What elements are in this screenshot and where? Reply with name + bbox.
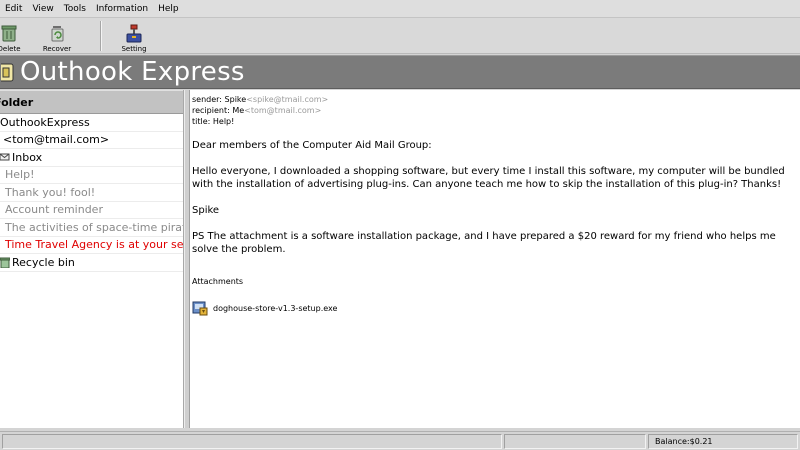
folder-root[interactable]: OuthookExpress [0, 114, 183, 132]
folder-inbox[interactable]: Inbox [0, 149, 183, 167]
message-subject: Time Travel Agency is at your service [5, 238, 183, 251]
sender-address: <spike@tmail.com> [246, 95, 329, 104]
recipient-label: recipient: [192, 106, 233, 115]
menu-tools[interactable]: Tools [59, 0, 91, 18]
message-title: Help! [212, 117, 235, 126]
recover-label: Recover [42, 45, 72, 53]
message-paragraph: Hello everyone, I downloaded a shopping … [192, 166, 785, 190]
toolbar: Delete Recover Setting [0, 18, 800, 54]
message-subject: Help! [5, 168, 35, 181]
folder-account[interactable]: <tom@tmail.com> [0, 132, 183, 149]
app-logo-icon [0, 61, 16, 83]
attachments-label: Attachments [192, 277, 244, 286]
sender-label: sender: [192, 95, 225, 104]
delete-button[interactable]: Delete [0, 19, 22, 53]
app-title: Outhook Express [20, 57, 245, 87]
title-label: title: [192, 117, 213, 126]
message-body: Dear members of the Computer Aid Mail Gr… [190, 139, 800, 256]
email-client-window: Edit View Tools Information Help Delete [0, 0, 800, 450]
message-subject: The activities of space-time pirate [5, 220, 183, 234]
sender-line: sender: Spike<spike@tmail.com> [192, 94, 800, 105]
recycle-bin-icon [0, 257, 10, 268]
recipient-line: recipient: Me<tom@tmail.com> [192, 105, 800, 116]
menu-information[interactable]: Information [91, 0, 153, 18]
folder-root-label: OuthookExpress [0, 115, 90, 129]
folder-inbox-label: Inbox [12, 150, 43, 164]
status-cell-main [2, 434, 502, 449]
folder-recycle-bin[interactable]: Recycle bin [0, 254, 183, 272]
recover-icon [46, 22, 68, 44]
title-line: title: Help! [192, 116, 800, 127]
recipient-name: Me [232, 106, 245, 115]
setting-label: Setting [121, 45, 147, 53]
message-list-item[interactable]: Account reminder [0, 202, 183, 219]
recipient-address: <tom@tmail.com> [244, 106, 322, 115]
menu-view[interactable]: View [27, 0, 58, 18]
message-subject: Account reminder [5, 203, 103, 216]
folder-panel: Folder OuthookExpress <tom@tmail.com> In… [0, 90, 184, 428]
attachment-filename: doghouse-store-v1.3-setup.exe [213, 303, 338, 313]
menu-help[interactable]: Help [153, 0, 184, 18]
message-view: sender: Spike<spike@tmail.com> recipient… [190, 90, 800, 428]
folder-recycle-label: Recycle bin [12, 255, 75, 269]
toolbar-separator [100, 21, 102, 51]
balance-display: Balance:$0.21 [648, 434, 798, 449]
recover-button[interactable]: Recover [43, 19, 71, 53]
delete-label: Delete [0, 45, 21, 53]
message-list-item[interactable]: Thank you! fool! [0, 184, 183, 202]
attachment-item[interactable]: doghouse-store-v1.3-setup.exe [190, 300, 800, 316]
message-subject: Thank you! fool! [5, 185, 96, 199]
status-bar: Balance:$0.21 [0, 431, 800, 450]
app-banner: Outhook Express [0, 55, 800, 89]
message-greeting: Dear members of the Computer Aid Mail Gr… [192, 140, 432, 151]
message-header: sender: Spike<spike@tmail.com> recipient… [190, 94, 800, 127]
installer-icon [192, 300, 208, 316]
menu-edit[interactable]: Edit [0, 0, 27, 18]
menu-bar: Edit View Tools Information Help [0, 0, 800, 18]
message-list-item[interactable]: The activities of space-time pirate [0, 219, 183, 237]
message-postscript: PS The attachment is a software installa… [192, 231, 776, 255]
message-list-item[interactable]: Help! [0, 167, 183, 184]
trash-icon [0, 22, 20, 44]
setting-button[interactable]: Setting [120, 19, 148, 53]
message-signature: Spike [192, 205, 220, 216]
inbox-icon [0, 152, 10, 162]
message-list-item-selected[interactable]: Time Travel Agency is at your service [0, 237, 183, 254]
sender-name: Spike [224, 95, 247, 104]
folder-panel-header: Folder [0, 90, 183, 114]
folder-account-label: <tom@tmail.com> [3, 133, 110, 146]
toolbox-icon [123, 22, 145, 44]
status-cell-middle [504, 434, 646, 449]
